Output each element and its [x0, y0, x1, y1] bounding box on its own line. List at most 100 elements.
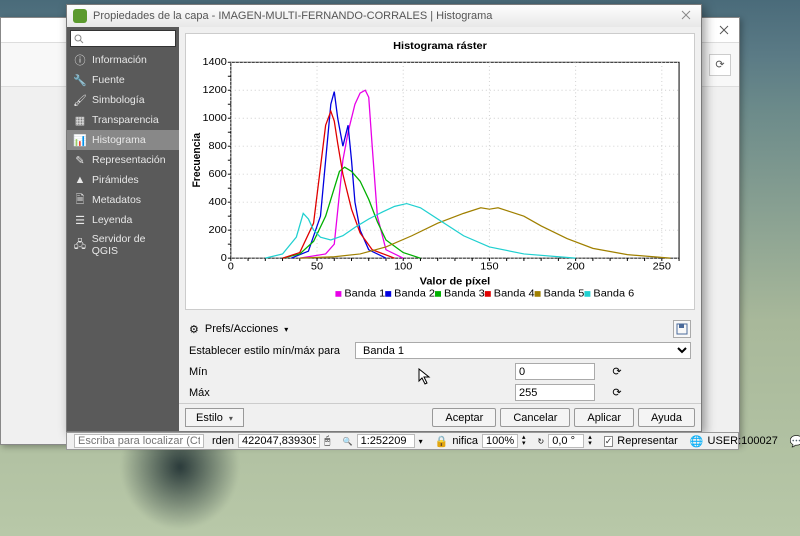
- sidebar-item-leyenda[interactable]: ☰ Leyenda: [67, 210, 179, 230]
- sidebar-item-label: Servidor de QGIS: [92, 233, 173, 257]
- sidebar-item-label: Metadatos: [92, 194, 141, 206]
- layer-properties-dialog: Propiedades de la capa - IMAGEN-MULTI-FE…: [66, 4, 702, 432]
- histogram-icon: 📊: [73, 133, 87, 147]
- style-menu-button[interactable]: Estilo: [185, 408, 244, 427]
- svg-text:Histograma ráster: Histograma ráster: [393, 40, 487, 52]
- dialog-titlebar[interactable]: Propiedades de la capa - IMAGEN-MULTI-FE…: [67, 5, 701, 27]
- render-label: Representar: [617, 435, 678, 447]
- main-panel: Histograma ráster 0 200 400 600 800 1000 1200 14…: [179, 27, 701, 431]
- svg-text:250: 250: [653, 261, 671, 273]
- sidebar-item-informacin[interactable]: ⓘ Información: [67, 50, 179, 70]
- svg-text:Banda 6: Banda 6: [593, 288, 634, 300]
- max-input[interactable]: [515, 384, 595, 401]
- svg-text:200: 200: [209, 224, 227, 236]
- save-chart-button[interactable]: [673, 320, 691, 338]
- messages-icon[interactable]: 💬: [790, 435, 800, 448]
- max-label: Máx: [189, 387, 349, 399]
- help-button[interactable]: Ayuda: [638, 408, 695, 427]
- histogram-chart: Histograma ráster 0 200 400 600 800 1000 1200 14…: [185, 33, 695, 310]
- coord-input[interactable]: [238, 434, 320, 448]
- lock-icon[interactable]: 🔒: [435, 435, 449, 448]
- apply-button[interactable]: Aplicar: [574, 408, 634, 427]
- svg-text:1400: 1400: [202, 56, 226, 68]
- min-label: Mín: [189, 366, 349, 378]
- magnifier-input[interactable]: [482, 434, 518, 448]
- coord-toggle-icon[interactable]: 🖰: [324, 435, 331, 448]
- sidebar-item-label: Información: [92, 54, 147, 66]
- svg-text:Banda 4: Banda 4: [494, 288, 535, 300]
- chevron-down-icon[interactable]: ▾: [419, 437, 423, 446]
- magnifier-label: nifica: [452, 435, 478, 447]
- sidebar-search[interactable]: [70, 30, 176, 47]
- main-close-button[interactable]: [715, 21, 733, 39]
- gear-icon: ⚙: [189, 323, 199, 336]
- sidebar-item-histograma[interactable]: 📊 Histograma: [67, 130, 179, 150]
- svg-text:1000: 1000: [202, 112, 226, 124]
- svg-text:Banda 3: Banda 3: [444, 288, 485, 300]
- minmax-style-label: Establecer estilo mín/máx para: [189, 345, 349, 357]
- locator-input[interactable]: [74, 434, 204, 448]
- svg-text:0: 0: [228, 261, 234, 273]
- sidebar-item-servidordeqgis[interactable]: 🖧 Servidor de QGIS: [67, 230, 179, 260]
- svg-text:600: 600: [209, 168, 227, 180]
- sidebar-item-transparencia[interactable]: ▦ Transparencia: [67, 110, 179, 130]
- sidebar: ⓘ Información 🔧Fuente🖌Simbología ▦ Transpare…: [67, 27, 179, 431]
- legend-icon: ☰: [73, 213, 87, 227]
- qgis-icon: [73, 9, 87, 23]
- sidebar-item-label: Pirámides: [92, 174, 139, 186]
- refresh-icon: ⟳: [715, 58, 724, 71]
- rotation-input[interactable]: [548, 434, 584, 448]
- sidebar-item-fuente[interactable]: 🔧Fuente: [67, 70, 179, 90]
- sidebar-item-simbologa[interactable]: 🖌Simbología: [67, 90, 179, 110]
- user-label: USER:100027: [708, 435, 778, 447]
- max-refresh-button[interactable]: ⟳: [609, 385, 625, 401]
- svg-text:400: 400: [209, 196, 227, 208]
- sidebar-item-representacin[interactable]: ✎ Representación: [67, 150, 179, 170]
- info-icon: ⓘ: [73, 53, 87, 67]
- wrench-icon: 🔧: [73, 73, 87, 87]
- server-icon: 🖧: [73, 238, 87, 252]
- svg-text:50: 50: [311, 261, 323, 273]
- close-icon: [719, 25, 729, 35]
- svg-text:Frecuencia: Frecuencia: [191, 133, 203, 188]
- save-icon: [676, 323, 688, 335]
- status-bar: rden 🖰 🔍 ▾ 🔒 nifica ▴▾ ↻ ▴▾ Representar …: [66, 432, 739, 450]
- sidebar-item-label: Representación: [92, 154, 166, 166]
- rotation-icon: ↻: [538, 437, 545, 446]
- band-select[interactable]: Banda 1: [355, 342, 691, 359]
- sidebar-item-label: Transparencia: [92, 114, 159, 126]
- scale-input[interactable]: [357, 434, 415, 448]
- dialog-close-button[interactable]: [677, 10, 695, 23]
- render-checkbox[interactable]: [604, 436, 614, 447]
- checker-icon: ▦: [73, 113, 87, 127]
- sidebar-item-label: Histograma: [92, 134, 146, 146]
- toolbar-refresh-button[interactable]: ⟳: [709, 54, 731, 76]
- sidebar-item-pirmides[interactable]: ▲Pirámides: [67, 170, 179, 190]
- svg-text:150: 150: [480, 261, 498, 273]
- coord-label: rden: [212, 435, 234, 447]
- pencil-icon: ✎: [73, 153, 87, 167]
- sidebar-item-metadatos[interactable]: 🗎 Metadatos: [67, 190, 179, 210]
- svg-text:Banda 1: Banda 1: [344, 288, 385, 300]
- svg-text:1200: 1200: [202, 84, 226, 96]
- refresh-icon: ⟳: [612, 365, 621, 378]
- spinner-buttons[interactable]: ▴▾: [588, 435, 592, 447]
- svg-text:Banda 5: Banda 5: [544, 288, 585, 300]
- spinner-buttons[interactable]: ▴▾: [522, 435, 526, 447]
- sidebar-item-label: Simbología: [92, 94, 145, 106]
- sidebar-item-label: Leyenda: [92, 214, 132, 226]
- svg-text:800: 800: [209, 140, 227, 152]
- svg-text:Valor de píxel: Valor de píxel: [420, 276, 491, 288]
- cancel-button[interactable]: Cancelar: [500, 408, 570, 427]
- svg-text:0: 0: [221, 252, 227, 264]
- accept-button[interactable]: Aceptar: [432, 408, 496, 427]
- refresh-icon: ⟳: [612, 386, 621, 399]
- chevron-down-icon: ▾: [284, 325, 288, 334]
- prefs-actions-dropdown[interactable]: Prefs/Acciones: [205, 323, 278, 335]
- min-refresh-button[interactable]: ⟳: [609, 364, 625, 380]
- scale-icon: 🔍: [343, 437, 353, 446]
- crs-icon[interactable]: 🌐: [690, 435, 704, 448]
- min-input[interactable]: [515, 363, 595, 380]
- close-icon: [681, 10, 691, 20]
- metadata-icon: 🗎: [73, 193, 87, 207]
